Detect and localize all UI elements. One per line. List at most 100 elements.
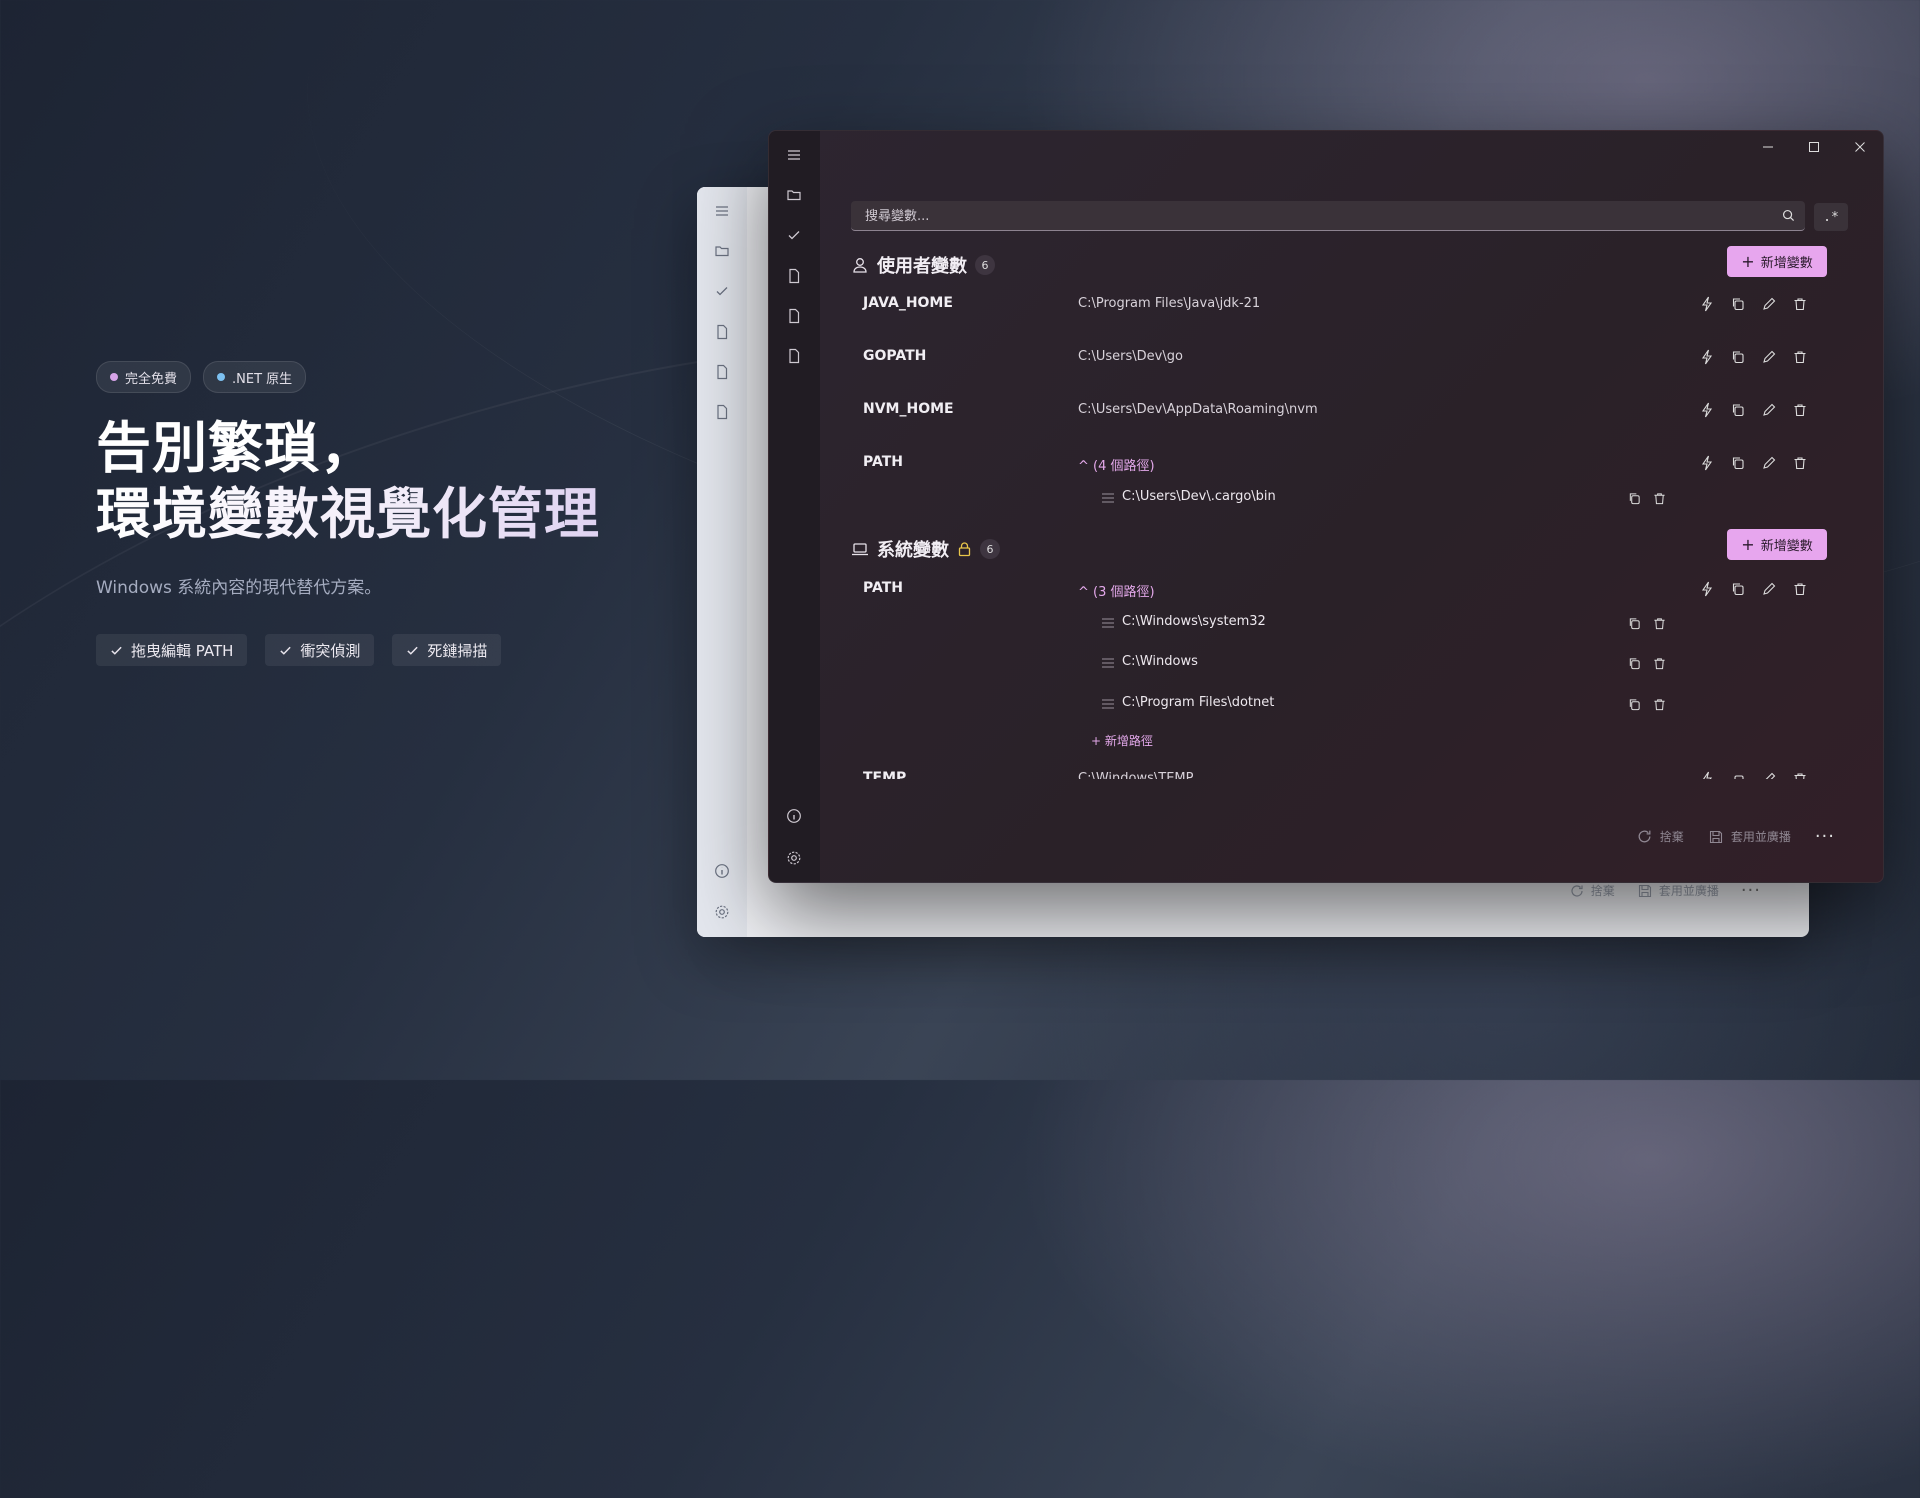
save-icon: [1709, 830, 1722, 843]
delete-icon[interactable]: [1648, 693, 1670, 715]
search-box: [851, 201, 1805, 231]
system-section-header: 系統變數 6: [851, 536, 1000, 562]
headline-line-2: 環境變數視覺化管理: [96, 481, 656, 547]
user-icon: [853, 258, 867, 273]
close-icon[interactable]: [1837, 131, 1883, 163]
row-actions: [1696, 768, 1811, 779]
edit-icon[interactable]: [1758, 768, 1780, 779]
light-footer: 捨棄 套用並廣播 ···: [1569, 880, 1761, 901]
badge-label: 完全免費: [125, 371, 178, 387]
apply-label: 套用並廣播: [1658, 884, 1719, 898]
variable-row[interactable]: PATH ^ (4 個路徑): [863, 452, 1843, 476]
revert-label: 捨棄: [1659, 830, 1684, 844]
path-entry[interactable]: C:\Windows: [769, 652, 1883, 676]
lightning-icon[interactable]: [1696, 346, 1718, 368]
lightning-icon[interactable]: [1696, 768, 1718, 779]
path-entry[interactable]: C:\Windows\system32: [769, 612, 1883, 636]
lightning-icon[interactable]: [1696, 452, 1718, 474]
search-icon[interactable]: [1782, 209, 1795, 222]
window-controls: [1745, 131, 1883, 163]
path-entry[interactable]: C:\Users\Dev\.cargo\bin: [769, 487, 1883, 511]
copy-icon[interactable]: [1727, 399, 1749, 421]
delete-icon[interactable]: [1789, 578, 1811, 600]
delete-icon[interactable]: [1789, 293, 1811, 315]
variable-value: C:\Windows\TEMP: [1078, 771, 1194, 779]
more-icon[interactable]: ···: [1815, 826, 1835, 847]
path-expander[interactable]: ^ (4 個路徑): [1078, 455, 1155, 474]
variable-row[interactable]: PATH ^ (3 個路徑): [863, 578, 1843, 602]
feature-list: 拖曳編輯 PATH 衝突偵測 死鏈掃描: [96, 634, 656, 666]
maximize-icon[interactable]: [1791, 131, 1837, 163]
variable-row[interactable]: NVM_HOME C:\Users\Dev\AppData\Roaming\nv…: [863, 399, 1843, 423]
variable-row[interactable]: JAVA_HOME C:\Program Files\Java\jdk-21: [863, 293, 1843, 317]
copy-icon[interactable]: [1727, 293, 1749, 315]
row-actions: [1696, 399, 1811, 421]
copy-icon[interactable]: [1623, 693, 1645, 715]
drag-handle-icon[interactable]: [1102, 658, 1114, 668]
copy-icon[interactable]: [1727, 768, 1749, 779]
drag-handle-icon[interactable]: [1102, 493, 1114, 503]
revert-button[interactable]: 捨棄: [1636, 828, 1684, 845]
file-icon: [711, 321, 733, 343]
variable-row[interactable]: GOPATH C:\Users\Dev\go: [863, 346, 1843, 370]
path-actions: [1623, 652, 1670, 674]
path-expander[interactable]: ^ (3 個路徑): [1078, 581, 1155, 600]
check-icon[interactable]: [783, 224, 805, 246]
delete-icon[interactable]: [1648, 612, 1670, 634]
path-actions: [1623, 487, 1670, 509]
clipped-row-area: TEMP C:\Windows\TEMP: [820, 766, 1883, 779]
minimize-icon[interactable]: [1745, 131, 1791, 163]
variable-row[interactable]: TEMP C:\Windows\TEMP: [863, 768, 1843, 779]
variable-name: JAVA_HOME: [863, 295, 953, 311]
search-input[interactable]: [863, 201, 1747, 231]
copy-icon[interactable]: [1727, 452, 1749, 474]
edit-icon[interactable]: [1758, 346, 1780, 368]
copy-icon[interactable]: [1623, 487, 1645, 509]
edit-icon[interactable]: [1758, 293, 1780, 315]
edit-icon[interactable]: [1758, 578, 1780, 600]
app-window: .* 使用者變數 6 + 新增變數 JAVA_HOME C:\Program Fi…: [768, 130, 1884, 883]
menu-icon[interactable]: [783, 144, 805, 166]
file-icon[interactable]: [783, 265, 805, 287]
edit-icon[interactable]: [1758, 399, 1780, 421]
copy-icon[interactable]: [1727, 346, 1749, 368]
add-path-button[interactable]: + 新增路徑: [1091, 732, 1153, 749]
check-icon: [280, 646, 292, 655]
light-nav-rail: [697, 187, 747, 937]
delete-icon[interactable]: [1789, 346, 1811, 368]
gear-icon: [711, 901, 733, 923]
apply-broadcast-button[interactable]: 套用並廣播: [1708, 828, 1791, 845]
feature-tag: 死鏈掃描: [392, 634, 502, 666]
delete-icon[interactable]: [1789, 452, 1811, 474]
path-actions: [1623, 693, 1670, 715]
drag-handle-icon[interactable]: [1102, 699, 1114, 709]
lightning-icon[interactable]: [1696, 399, 1718, 421]
gear-icon[interactable]: [783, 847, 805, 869]
delete-icon[interactable]: [1789, 768, 1811, 779]
file-icon[interactable]: [783, 305, 805, 327]
save-icon: [1638, 884, 1651, 897]
check-icon: [407, 646, 419, 655]
delete-icon[interactable]: [1789, 399, 1811, 421]
lock-icon: [958, 542, 971, 557]
copy-icon[interactable]: [1623, 612, 1645, 634]
add-user-variable-button[interactable]: + 新增變數: [1727, 246, 1827, 277]
headline: 告別繁瑣， 環境變數視覺化管理: [96, 415, 656, 547]
delete-icon[interactable]: [1648, 487, 1670, 509]
lightning-icon[interactable]: [1696, 293, 1718, 315]
path-text: C:\Windows: [1122, 654, 1198, 669]
drag-handle-icon[interactable]: [1102, 618, 1114, 628]
copy-icon[interactable]: [1623, 652, 1645, 674]
lightning-icon[interactable]: [1696, 578, 1718, 600]
delete-icon[interactable]: [1648, 652, 1670, 674]
info-icon[interactable]: [783, 805, 805, 827]
edit-icon[interactable]: [1758, 452, 1780, 474]
plus-icon: +: [1741, 252, 1755, 271]
regex-toggle-button[interactable]: .*: [1814, 203, 1848, 231]
folder-icon[interactable]: [783, 184, 805, 206]
file-icon[interactable]: [783, 345, 805, 367]
add-system-variable-button[interactable]: + 新增變數: [1727, 529, 1827, 560]
path-entry[interactable]: C:\Program Files\dotnet: [769, 693, 1883, 717]
count-badge: 6: [975, 255, 995, 275]
copy-icon[interactable]: [1727, 578, 1749, 600]
